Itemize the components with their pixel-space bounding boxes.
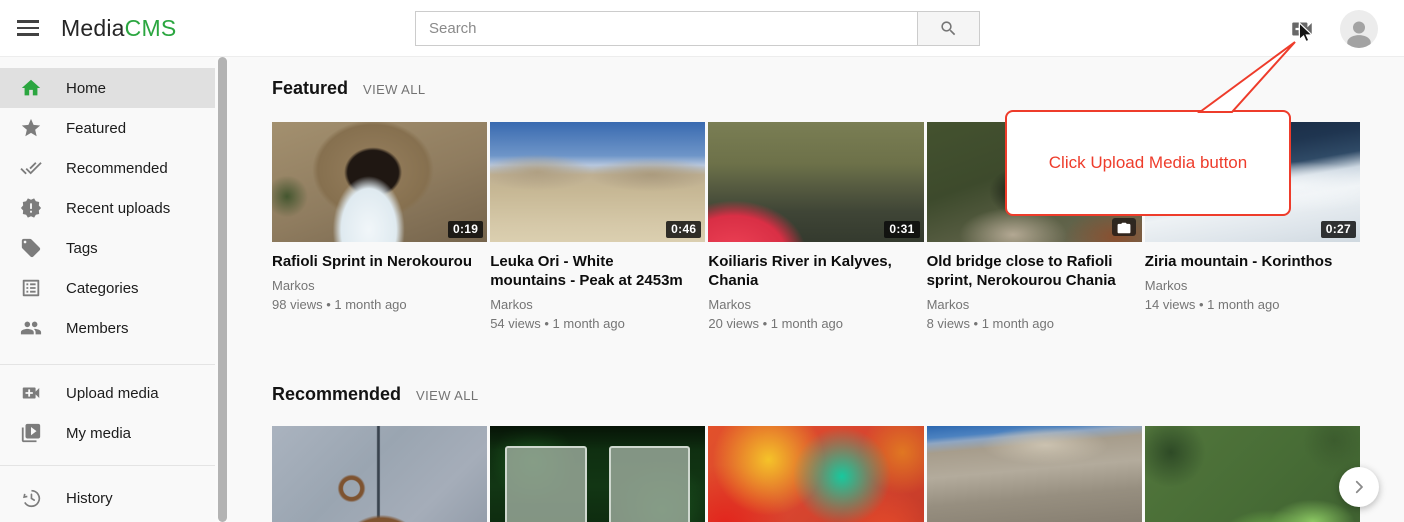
media-title[interactable]: Old bridge close to Rafioli sprint, Nero… — [927, 252, 1128, 290]
video-call-icon — [1289, 16, 1315, 42]
search-icon — [939, 19, 958, 38]
sidebar-item-label: Recommended — [66, 160, 168, 177]
sidebar-item-tags[interactable]: Tags — [0, 228, 215, 268]
media-title[interactable]: Leuka Ori - White mountains - Peak at 24… — [490, 252, 691, 290]
person-icon — [1342, 18, 1376, 48]
media-thumbnail[interactable] — [272, 426, 487, 522]
scrollbar-thumb[interactable] — [218, 57, 227, 522]
logo-cms-text: CMS — [125, 15, 177, 41]
media-title[interactable]: Ziria mountain - Korinthos — [1145, 252, 1346, 271]
media-author[interactable]: Markos — [1145, 278, 1346, 294]
sidebar-item-members[interactable]: Members — [0, 308, 215, 348]
duration-badge: 0:19 — [448, 221, 483, 238]
media-card[interactable] — [272, 426, 487, 522]
upload-media-button[interactable] — [1289, 16, 1315, 42]
sidebar-item-featured[interactable]: Featured — [0, 108, 215, 148]
media-meta: 54 views • 1 month ago — [490, 316, 691, 332]
sidebar-item-my-media[interactable]: My media — [0, 413, 215, 453]
search-input[interactable] — [415, 11, 917, 46]
media-thumbnail[interactable]: 0:31 — [708, 122, 923, 242]
media-title[interactable]: Koiliaris River in Kalyves, Chania — [708, 252, 909, 290]
home-icon — [20, 77, 42, 99]
media-author[interactable]: Markos — [272, 278, 473, 294]
sidebar-item-recent-uploads[interactable]: Recent uploads — [0, 188, 215, 228]
search-button[interactable] — [917, 11, 980, 46]
view-all-link[interactable]: VIEW ALL — [416, 388, 478, 403]
media-thumbnail[interactable]: 0:19 — [272, 122, 487, 242]
top-bar: MediaCMS — [0, 0, 1404, 57]
carousel-next-button[interactable] — [1339, 467, 1379, 507]
sidebar-item-recommended[interactable]: Recommended — [0, 148, 215, 188]
media-meta: 14 views • 1 month ago — [1145, 297, 1346, 313]
sidebar-divider — [0, 364, 215, 365]
sidebar-item-label: My media — [66, 425, 131, 442]
media-thumbnail[interactable]: 0:46 — [490, 122, 705, 242]
history-icon — [20, 487, 42, 509]
new-releases-icon — [20, 197, 42, 219]
media-thumbnail[interactable] — [708, 426, 923, 522]
sidebar-item-label: Featured — [66, 120, 126, 137]
media-card[interactable] — [708, 426, 923, 522]
members-icon — [20, 317, 42, 339]
menu-icon[interactable] — [14, 14, 42, 42]
categories-icon — [20, 277, 42, 299]
sidebar-item-categories[interactable]: Categories — [0, 268, 215, 308]
sidebar-divider — [0, 465, 215, 466]
sidebar: Home Featured Recommended Recent uploads… — [0, 57, 215, 522]
done-all-icon — [20, 157, 42, 179]
topbar-actions — [1289, 0, 1378, 57]
sidebar-scrollbar[interactable] — [215, 57, 230, 522]
media-title[interactable]: Rafioli Sprint in Nerokourou — [272, 252, 473, 271]
media-card[interactable]: 0:46 Leuka Ori - White mountains - Peak … — [490, 122, 705, 332]
camera-icon — [1112, 218, 1136, 236]
sidebar-item-home[interactable]: Home — [0, 68, 215, 108]
sidebar-item-label: History — [66, 490, 113, 507]
media-author[interactable]: Markos — [708, 297, 909, 313]
logo-media-text: Media — [61, 15, 125, 41]
sidebar-item-label: Tags — [66, 240, 98, 257]
annotation-callout: Click Upload Media button — [1005, 110, 1291, 216]
user-avatar[interactable] — [1340, 10, 1378, 48]
media-meta: 98 views • 1 month ago — [272, 297, 473, 313]
duration-badge: 0:27 — [1321, 221, 1356, 238]
media-thumbnail[interactable] — [490, 426, 705, 522]
search-bar — [415, 11, 980, 46]
media-card[interactable]: 0:31 Koiliaris River in Kalyves, Chania … — [708, 122, 923, 332]
sidebar-item-label: Upload media — [66, 385, 159, 402]
media-author[interactable]: Markos — [927, 297, 1128, 313]
sidebar-item-history[interactable]: History — [0, 478, 215, 518]
video-library-icon — [20, 422, 42, 444]
sidebar-item-label: Members — [66, 320, 129, 337]
section-title: Recommended — [272, 384, 401, 405]
chevron-right-icon — [1350, 478, 1368, 496]
app-logo[interactable]: MediaCMS — [61, 15, 176, 42]
tag-icon — [20, 237, 42, 259]
media-card[interactable]: 0:19 Rafioli Sprint in Nerokourou Markos… — [272, 122, 487, 332]
sidebar-item-label: Categories — [66, 280, 139, 297]
sidebar-item-upload-media[interactable]: Upload media — [0, 373, 215, 413]
media-thumbnail[interactable] — [1145, 426, 1360, 522]
media-meta: 20 views • 1 month ago — [708, 316, 909, 332]
view-all-link[interactable]: VIEW ALL — [363, 82, 425, 97]
duration-badge: 0:46 — [666, 221, 701, 238]
media-meta: 8 views • 1 month ago — [927, 316, 1128, 332]
annotation-text: Click Upload Media button — [1049, 153, 1247, 173]
star-icon — [20, 117, 42, 139]
media-author[interactable]: Markos — [490, 297, 691, 313]
recommended-section: Recommended VIEW ALL — [272, 384, 1360, 522]
media-thumbnail[interactable] — [927, 426, 1142, 522]
duration-badge: 0:31 — [884, 221, 919, 238]
media-card[interactable] — [490, 426, 705, 522]
sidebar-item-label: Recent uploads — [66, 200, 170, 217]
media-card[interactable] — [927, 426, 1142, 522]
upload-media-icon — [20, 382, 42, 404]
section-title: Featured — [272, 78, 348, 99]
media-card[interactable] — [1145, 426, 1360, 522]
sidebar-item-label: Home — [66, 80, 106, 97]
